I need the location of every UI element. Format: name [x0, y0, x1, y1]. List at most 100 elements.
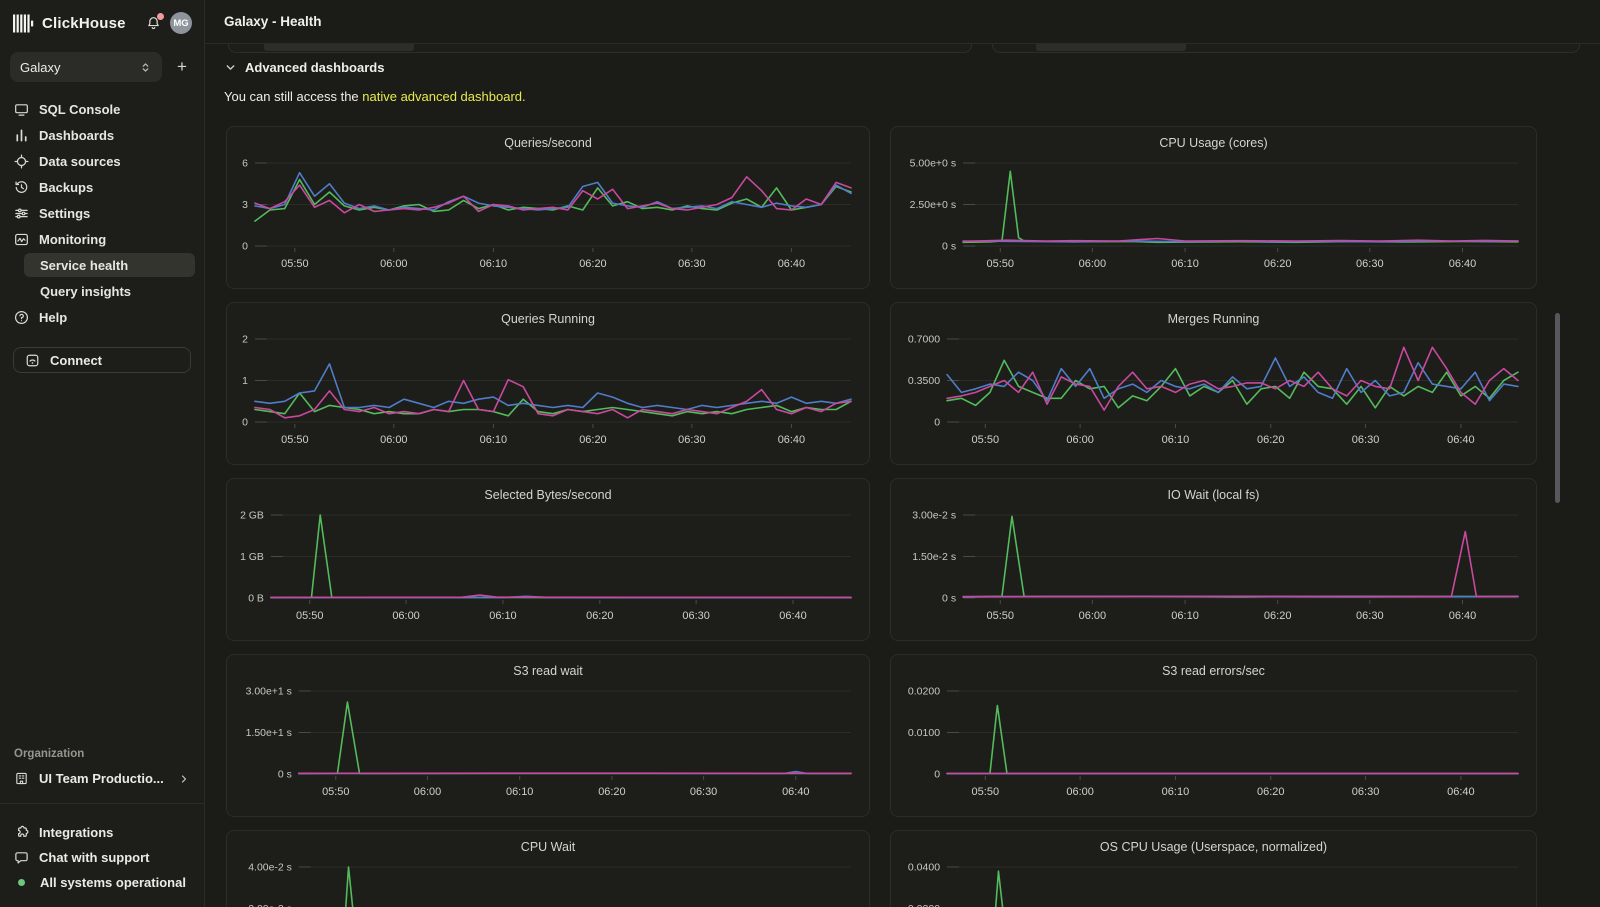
partial-chip: [1036, 44, 1186, 51]
sidebar-item-integrations[interactable]: Integrations: [0, 820, 204, 845]
section-advanced-dashboards[interactable]: Advanced dashboards: [224, 60, 384, 75]
sidebar-item-help[interactable]: Help: [0, 304, 204, 330]
chart-canvas[interactable]: 0.70000.3500005:5006:0006:1006:2006:3006…: [897, 329, 1530, 461]
svg-text:06:30: 06:30: [1356, 610, 1384, 622]
svg-text:06:30: 06:30: [690, 786, 717, 798]
sidebar-nav: SQL Console Dashboards Data sources Backups…: [0, 96, 204, 330]
notifications-bell-icon[interactable]: [146, 16, 161, 31]
svg-text:1.50e-2 s: 1.50e-2 s: [912, 551, 956, 563]
sidebar-item-monitoring[interactable]: Monitoring: [0, 226, 204, 252]
series-line-green: [255, 393, 851, 416]
connect-button[interactable]: Connect: [13, 347, 191, 373]
sidebar-item-query-insights[interactable]: Query insights: [0, 278, 204, 304]
svg-text:06:00: 06:00: [414, 786, 441, 798]
chart-canvas[interactable]: 0.02000.0100005:5006:0006:1006:2006:3006…: [897, 681, 1530, 813]
chart-title: Selected Bytes/second: [227, 479, 869, 503]
settings-icon: [14, 206, 29, 221]
svg-text:06:30: 06:30: [682, 610, 709, 622]
chart-canvas[interactable]: 3.00e+1 s1.50e+1 s0 s05:5006:0006:1006:2…: [233, 681, 863, 813]
user-avatar[interactable]: MG: [170, 12, 192, 34]
svg-text:05:50: 05:50: [281, 258, 308, 270]
chart-title: Queries Running: [227, 303, 869, 327]
svg-text:06:00: 06:00: [380, 258, 407, 270]
sidebar-item-dashboards[interactable]: Dashboards: [0, 122, 204, 148]
svg-text:06:30: 06:30: [1352, 434, 1380, 446]
sidebar-item-label: Chat with support: [39, 850, 150, 865]
sidebar-item-backups[interactable]: Backups: [0, 174, 204, 200]
content-scroll-area[interactable]: Advanced dashboards You can still access…: [205, 44, 1600, 907]
sidebar-item-data-sources[interactable]: Data sources: [0, 148, 204, 174]
svg-text:06:10: 06:10: [480, 434, 507, 446]
service-selector[interactable]: Galaxy: [10, 52, 162, 82]
native-dashboard-link[interactable]: native advanced dashboard.: [362, 89, 525, 104]
add-service-button[interactable]: +: [171, 57, 193, 77]
svg-text:05:50: 05:50: [322, 786, 349, 798]
svg-text:1.50e+1 s: 1.50e+1 s: [246, 728, 292, 739]
note-text: You can still access the: [224, 89, 362, 104]
sidebar-item-label: Data sources: [39, 154, 121, 169]
series-line-green: [947, 871, 1518, 907]
chevron-right-icon: [178, 773, 190, 785]
svg-text:2.50e+0 s: 2.50e+0 s: [910, 199, 956, 211]
series-line-magenta: [271, 595, 851, 597]
sidebar-item-sql-console[interactable]: SQL Console: [0, 96, 204, 122]
integrations-icon: [14, 825, 29, 840]
partial-card-fragment: [992, 44, 1580, 53]
organization-switcher[interactable]: UI Team Productio...: [14, 771, 190, 786]
sidebar-item-label: Settings: [39, 206, 90, 221]
svg-text:06:00: 06:00: [380, 434, 407, 446]
svg-text:0 s: 0 s: [278, 769, 292, 780]
svg-text:05:50: 05:50: [972, 786, 1000, 798]
charts-grid: Queries/second63005:5006:0006:1006:2006:…: [226, 126, 1600, 907]
svg-text:06:10: 06:10: [506, 786, 533, 798]
service-select-row: Galaxy +: [10, 52, 193, 82]
sidebar-item-label: Monitoring: [39, 232, 106, 247]
chart-canvas[interactable]: 3.00e-2 s1.50e-2 s0 s05:5006:0006:1006:2…: [897, 505, 1530, 637]
svg-text:0.0400: 0.0400: [908, 862, 940, 874]
chart-canvas[interactable]: 4.00e-2 s2.00e-2 s0 s05:5006:0006:1006:2…: [233, 857, 863, 907]
sidebar-item-label: Dashboards: [39, 128, 114, 143]
section-title: Advanced dashboards: [245, 60, 384, 75]
sidebar-item-label: Service health: [40, 258, 128, 273]
chart-canvas[interactable]: 0.04000.0200005:5006:0006:1006:2006:3006…: [897, 857, 1530, 907]
vertical-scrollbar-thumb[interactable]: [1555, 313, 1560, 503]
series-line-green: [299, 702, 851, 773]
partial-card-fragment: [228, 44, 972, 53]
sidebar-item-all-systems-operational[interactable]: All systems operational: [0, 870, 204, 895]
svg-text:06:20: 06:20: [579, 434, 606, 446]
svg-text:06:20: 06:20: [1264, 258, 1292, 270]
series-line-green: [299, 867, 851, 907]
svg-text:06:10: 06:10: [1171, 610, 1199, 622]
monitoring-icon: [14, 232, 29, 247]
chart-card-cpu-usage-cores: CPU Usage (cores)5.00e+0 s2.50e+0 s0 s05…: [890, 126, 1537, 289]
sidebar-item-chat-with-support[interactable]: Chat with support: [0, 845, 204, 870]
svg-text:0: 0: [934, 417, 940, 429]
sidebar-item-service-health[interactable]: Service health: [24, 253, 195, 277]
chart-canvas[interactable]: 63005:5006:0006:1006:2006:3006:40: [233, 153, 863, 285]
svg-text:5.00e+0 s: 5.00e+0 s: [910, 158, 956, 170]
svg-text:06:10: 06:10: [489, 610, 516, 622]
svg-text:06:20: 06:20: [1257, 434, 1285, 446]
series-line-blue: [255, 364, 851, 410]
chat-icon: [14, 850, 29, 865]
backups-icon: [14, 180, 29, 195]
svg-text:06:00: 06:00: [1079, 258, 1107, 270]
chart-canvas[interactable]: 21005:5006:0006:1006:2006:3006:40: [233, 329, 863, 461]
help-icon: [14, 310, 29, 325]
service-selector-value: Galaxy: [20, 60, 60, 75]
sidebar-item-settings[interactable]: Settings: [0, 200, 204, 226]
chart-card-selected-bytes-second: Selected Bytes/second2 GB1 GB0 B05:5006:…: [226, 478, 870, 641]
svg-text:06:40: 06:40: [782, 786, 809, 798]
svg-text:0.0100: 0.0100: [908, 727, 940, 739]
sidebar-item-label: Integrations: [39, 825, 113, 840]
sidebar-item-label: SQL Console: [39, 102, 120, 117]
sidebar-item-label: Backups: [39, 180, 93, 195]
chart-canvas[interactable]: 2 GB1 GB0 B05:5006:0006:1006:2006:3006:4…: [233, 505, 863, 637]
chart-card-os-cpu-usage-userspace-normalized: OS CPU Usage (Userspace, normalized)0.04…: [890, 830, 1537, 907]
chart-card-queries-second: Queries/second63005:5006:0006:1006:2006:…: [226, 126, 870, 289]
chart-canvas[interactable]: 5.00e+0 s2.50e+0 s0 s05:5006:0006:1006:2…: [897, 153, 1530, 285]
status-dot: [18, 879, 25, 886]
svg-text:0.7000: 0.7000: [908, 334, 940, 346]
chevron-down-icon: [224, 61, 237, 74]
svg-text:06:40: 06:40: [1447, 434, 1475, 446]
